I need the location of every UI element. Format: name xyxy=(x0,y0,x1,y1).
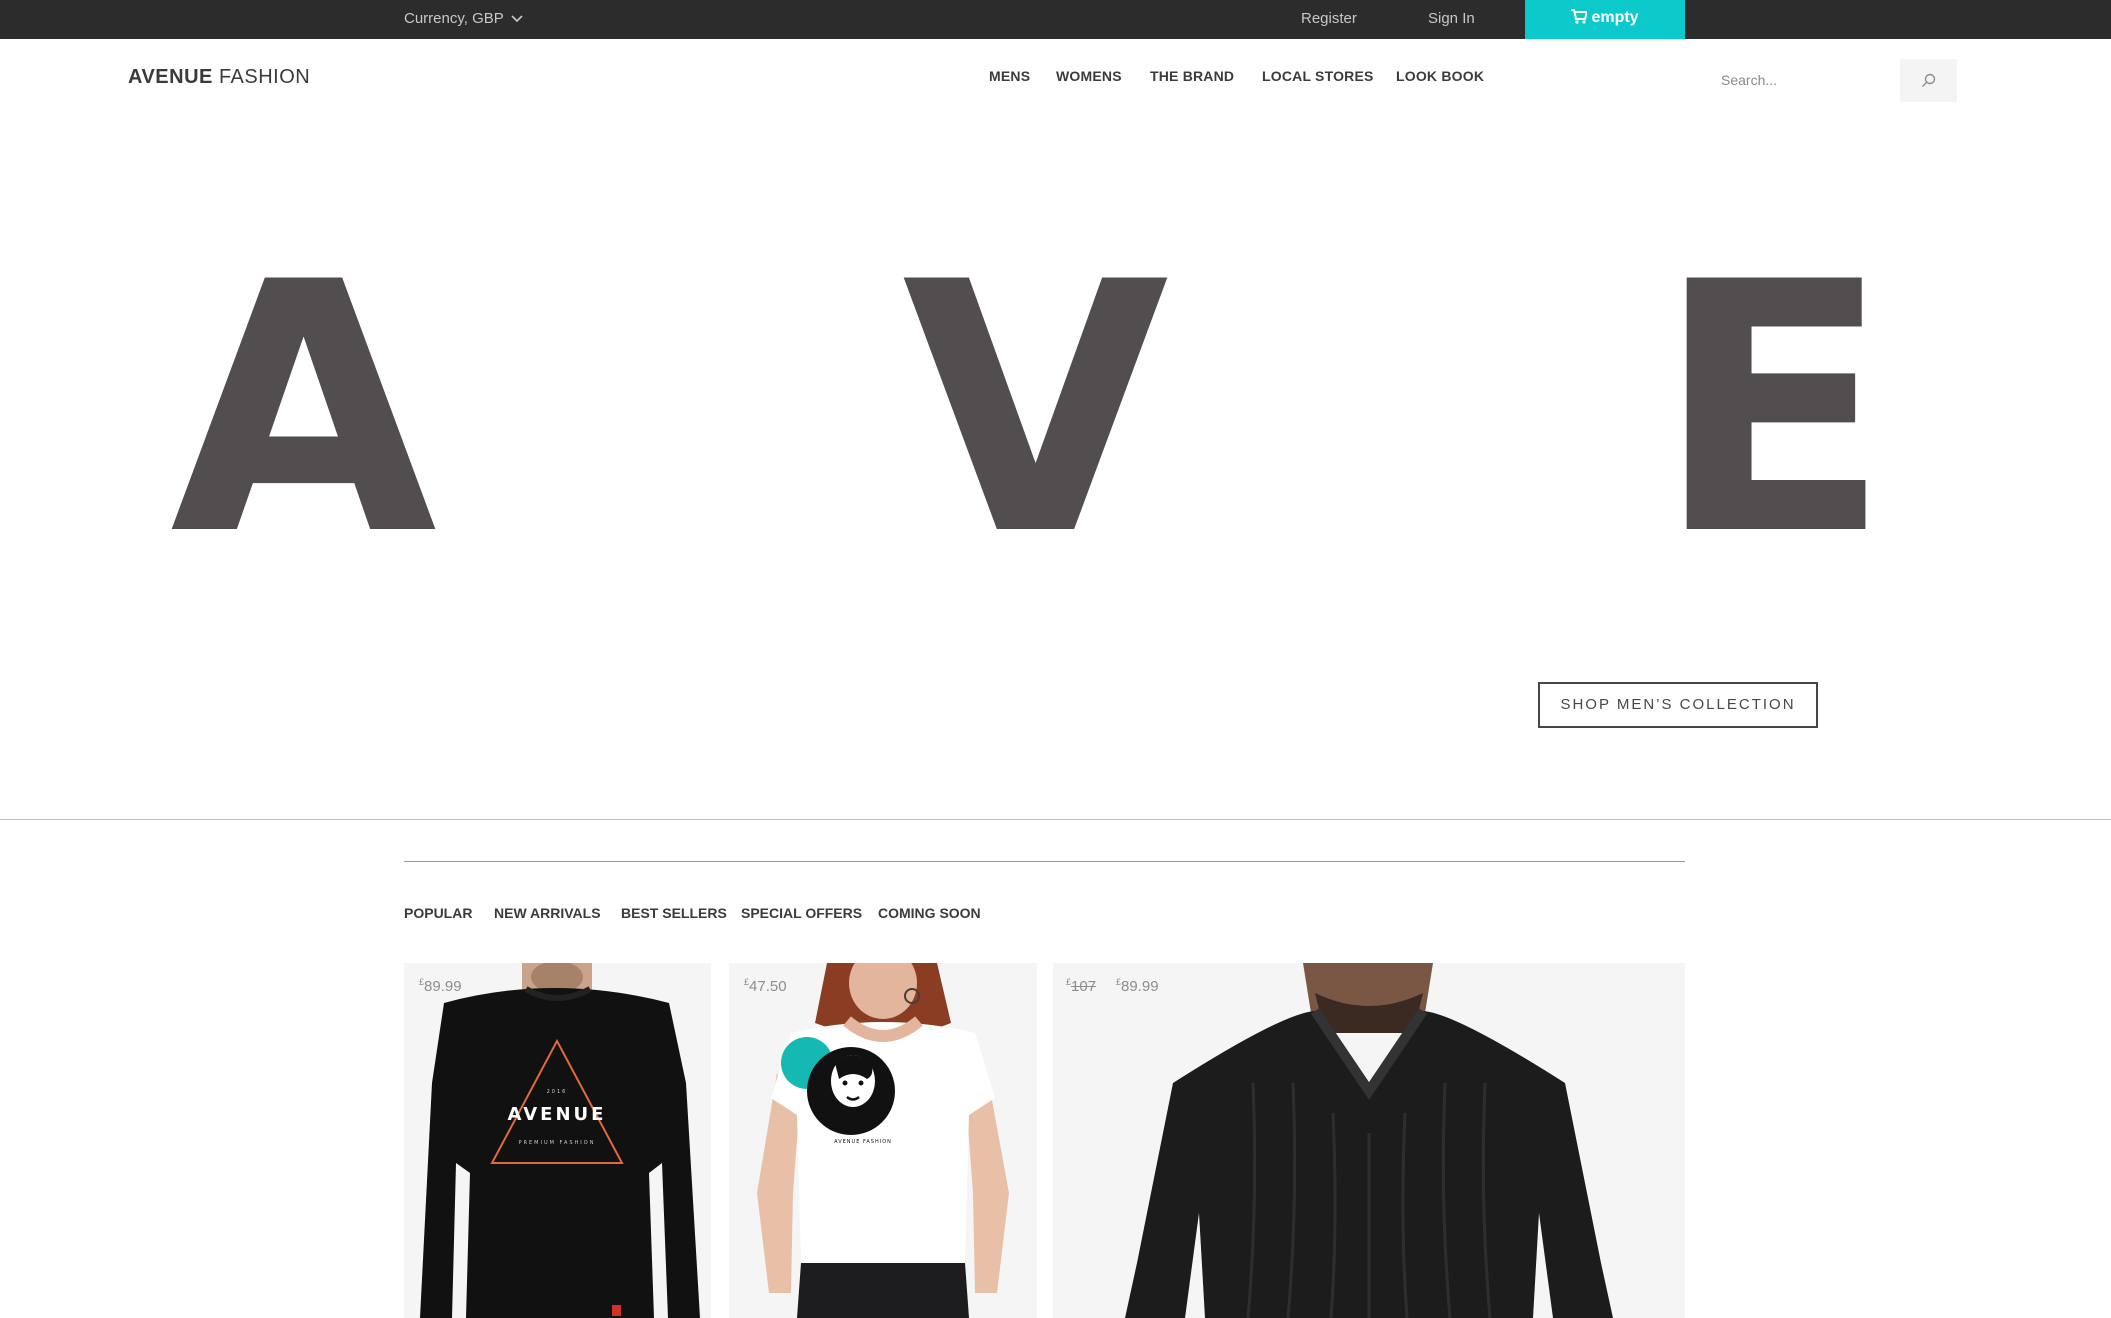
product-image xyxy=(1125,963,1613,1318)
tee-year-text: 2016 xyxy=(547,1089,568,1095)
register-link[interactable]: Register xyxy=(1301,0,1357,39)
product-card-2[interactable]: AVENUE FASHION £47.50 xyxy=(729,963,1037,1318)
tab-popular[interactable]: POPULAR xyxy=(404,905,472,921)
product-price: £89.99 xyxy=(419,977,462,995)
product-old-price: £107 xyxy=(1066,977,1097,995)
hero-letter-e: E xyxy=(1655,210,1891,611)
top-bar: Currency, GBP Register Sign In empty xyxy=(0,0,2111,39)
product-price: £47.50 xyxy=(744,977,787,995)
section-divider xyxy=(0,819,2111,820)
shop-mens-collection-button[interactable]: SHOP MEN’S COLLECTION xyxy=(1538,682,1818,728)
currency-label: Currency, GBP xyxy=(404,10,504,27)
nav-the-brand[interactable]: THE BRAND xyxy=(1150,68,1234,84)
logo-bold: AVENUE xyxy=(128,66,213,88)
logo-light: FASHION xyxy=(218,66,311,88)
hero-letter-a: A xyxy=(170,210,438,611)
nav-womens[interactable]: WOMENS xyxy=(1056,68,1122,84)
cart-label: empty xyxy=(1591,9,1639,26)
product-card-3[interactable]: £107 £89.99 xyxy=(1053,963,1685,1318)
tab-best-sellers[interactable]: BEST SELLERS xyxy=(621,905,727,921)
currency-selector[interactable]: Currency, GBP xyxy=(404,0,523,39)
tab-new-arrivals[interactable]: NEW ARRIVALS xyxy=(494,905,601,921)
tee-brand-text: AVENUE xyxy=(508,1104,607,1125)
nav-mens[interactable]: MENS xyxy=(989,68,1030,84)
cart-icon xyxy=(1571,9,1589,24)
print-text: AVENUE FASHION xyxy=(834,1139,892,1145)
search-icon xyxy=(1922,73,1936,87)
search-input[interactable] xyxy=(1708,59,1900,101)
tee-sub-text: PREMIUM FASHION xyxy=(519,1140,596,1146)
product-price: £89.99 xyxy=(1116,977,1159,995)
site-logo[interactable]: AVENUE FASHION xyxy=(128,66,310,89)
chevron-down-icon xyxy=(511,15,523,23)
product-image: AVENUE FASHION xyxy=(757,963,1009,1318)
nav-look-book[interactable]: LOOK BOOK xyxy=(1396,68,1484,84)
cart-button[interactable]: empty xyxy=(1525,0,1685,39)
sign-in-link[interactable]: Sign In xyxy=(1428,0,1475,39)
search-button[interactable] xyxy=(1900,59,1957,102)
tab-coming-soon[interactable]: COMING SOON xyxy=(878,905,981,921)
hero-letter-v: V xyxy=(902,210,1170,611)
nav-local-stores[interactable]: LOCAL STORES xyxy=(1262,68,1374,84)
tabs-divider xyxy=(404,861,1685,862)
tab-special-offers[interactable]: SPECIAL OFFERS xyxy=(741,905,862,921)
product-image: 2016 AVENUE PREMIUM FASHION xyxy=(420,963,700,1318)
product-card-1[interactable]: 2016 AVENUE PREMIUM FASHION £89.99 xyxy=(404,963,711,1318)
